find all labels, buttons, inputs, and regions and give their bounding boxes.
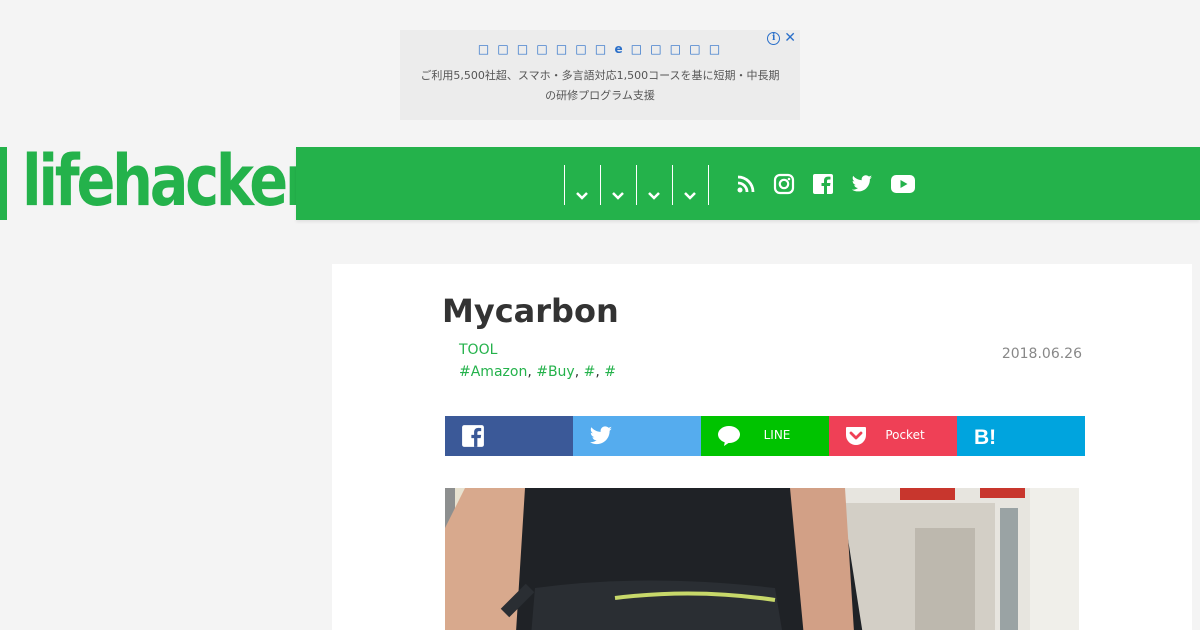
line-share-label: LINE: [763, 428, 791, 442]
chevron-down-icon: [684, 192, 696, 200]
main-navigation: [296, 147, 1200, 220]
ad-title[interactable]: □ □ □ □ □ □ □ e □ □ □ □ □: [400, 42, 800, 56]
logo-accent-bar: [0, 147, 7, 220]
publish-date: 2018.06.26: [1001, 346, 1082, 362]
nav-dropdown-2[interactable]: [600, 165, 636, 205]
ad-body-text[interactable]: ご利用5,500社超、スマホ・多言語対応1,500コースを基に短期・中長期の研修…: [420, 66, 780, 106]
pocket-share-label: Pocket: [885, 428, 925, 442]
article-card: Mycarbon TOOL #Amazon, #Buy, #, # 2018.0…: [332, 264, 1192, 630]
chevron-down-icon: [612, 192, 624, 200]
twitter-icon[interactable]: [851, 174, 873, 194]
ad-controls: i ✕: [767, 31, 796, 45]
tag-link[interactable]: #Amazon: [459, 364, 527, 380]
category-link[interactable]: TOOL: [459, 342, 497, 358]
facebook-share-button[interactable]: [445, 416, 573, 456]
pocket-share-button[interactable]: Pocket: [829, 416, 957, 456]
social-links: [736, 173, 933, 195]
nav-dropdown-3[interactable]: [636, 165, 672, 205]
nav-dropdown-1[interactable]: [564, 165, 600, 205]
chevron-down-icon: [648, 192, 660, 200]
rss-icon[interactable]: [736, 174, 756, 194]
svg-text:B!: B!: [974, 426, 996, 447]
nav-menu: [564, 165, 709, 205]
facebook-icon: [462, 425, 484, 447]
nav-separator: [708, 165, 709, 205]
share-bar: LINE Pocket B!: [445, 416, 1085, 456]
tag-separator: ,: [595, 364, 600, 380]
youtube-icon[interactable]: [890, 174, 916, 194]
line-share-button[interactable]: LINE: [701, 416, 829, 456]
tag-list: #Amazon, #Buy, #, #: [459, 364, 616, 380]
tag-link[interactable]: #: [604, 364, 616, 380]
chevron-down-icon: [576, 192, 588, 200]
twitter-icon: [589, 426, 612, 445]
info-icon[interactable]: i: [767, 32, 781, 45]
article-hero-image: [445, 488, 1079, 630]
twitter-share-button[interactable]: [573, 416, 701, 456]
hatena-bookmark-icon: B!: [974, 426, 996, 447]
tag-link[interactable]: #: [584, 364, 596, 380]
close-icon[interactable]: ✕: [784, 31, 796, 45]
hatena-bookmark-button[interactable]: B!: [957, 416, 1085, 456]
facebook-icon[interactable]: [812, 173, 834, 195]
site-logo[interactable]: lifehacker: [22, 140, 313, 222]
tag-separator: ,: [527, 364, 532, 380]
instagram-icon[interactable]: [773, 173, 795, 195]
nav-dropdown-4[interactable]: [672, 165, 708, 205]
tag-separator: ,: [574, 364, 580, 380]
tag-link[interactable]: #Buy: [536, 364, 575, 380]
article-title: Mycarbon: [442, 292, 619, 330]
ad-banner[interactable]: □ □ □ □ □ □ □ e □ □ □ □ □ ご利用5,500社超、スマホ…: [400, 30, 800, 120]
